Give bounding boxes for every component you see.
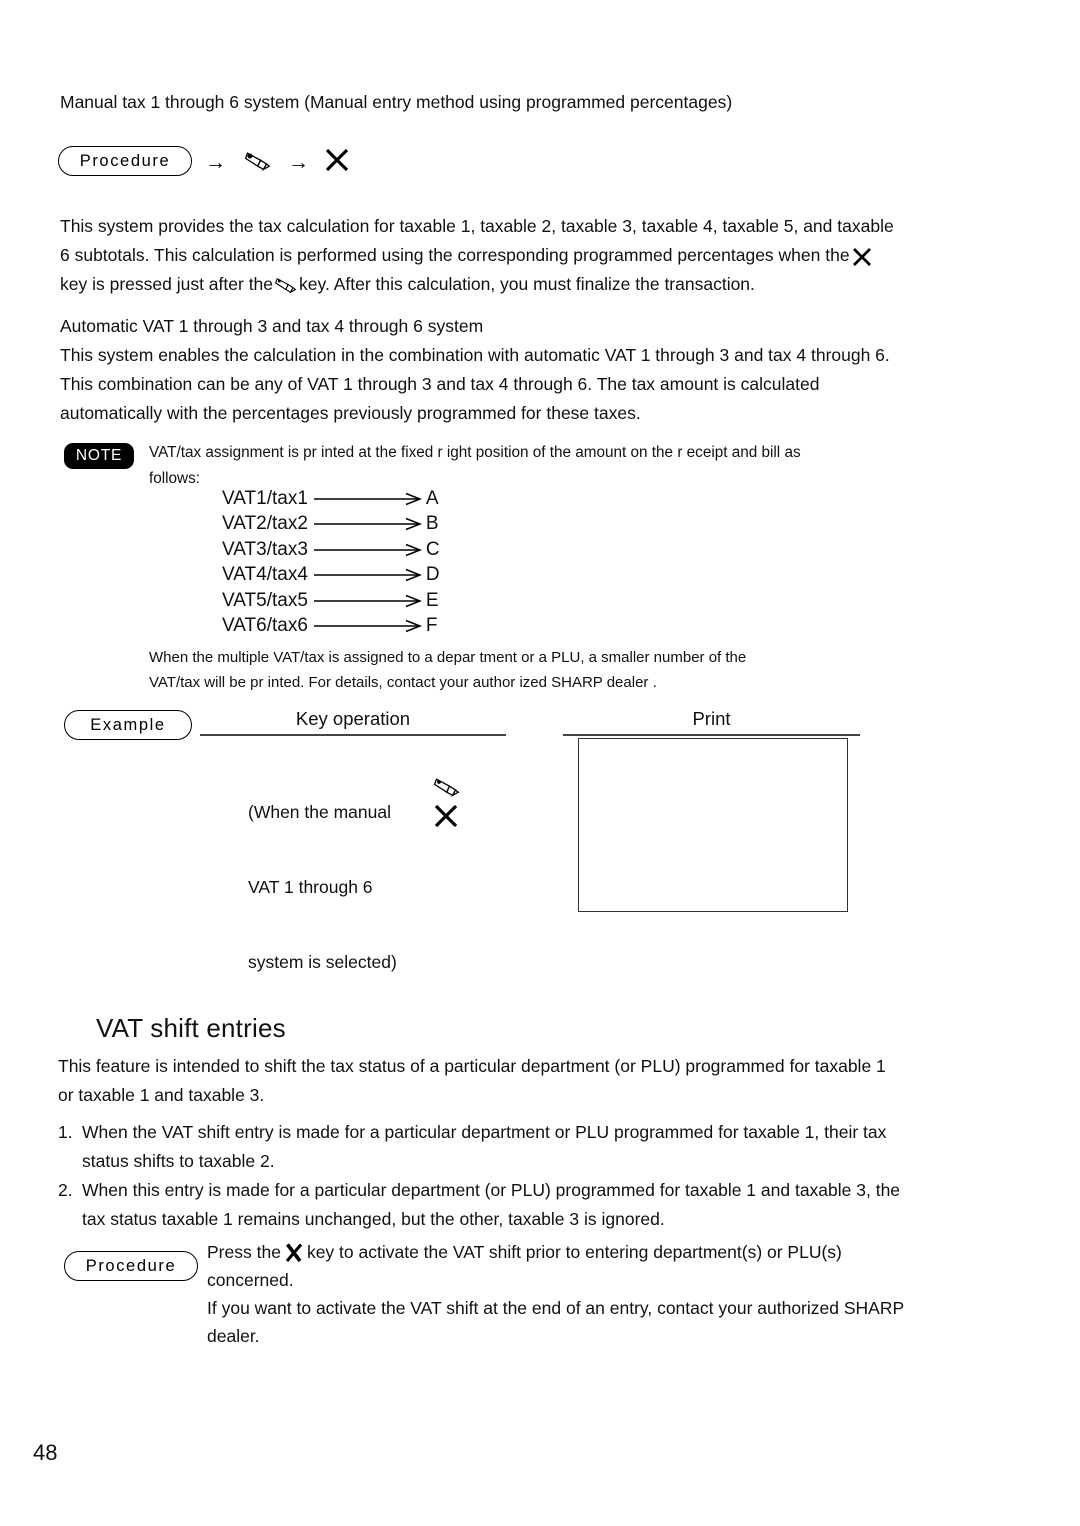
vat-tax-mapping-target: E xyxy=(425,589,439,611)
procedure-label-bottom-text: Procedure xyxy=(85,1256,177,1275)
vat-shift-item-1-line2: status shifts to taxable 2. xyxy=(82,1151,275,1171)
vat-shift-item-1-line1: When the VAT shift entry is made for a p… xyxy=(82,1122,887,1142)
mapping-arrow-icon xyxy=(313,568,422,582)
x-key-icon-top xyxy=(322,145,352,175)
vat-tax-mapping-source: VAT2/tax2 xyxy=(222,513,308,534)
procedure-bottom-line4: dealer. xyxy=(207,1326,260,1346)
vat-tax-mapping-source: VAT1/tax1 xyxy=(222,487,308,509)
vat-shift-intro-line1: This feature is intended to shift the ta… xyxy=(58,1056,886,1076)
automatic-vat-line1: This system enables the calculation in t… xyxy=(60,345,890,365)
mapping-arrow-icon xyxy=(313,543,422,557)
vat-tax-mapping-target: A xyxy=(425,487,439,509)
example-caption-line1: (When the manual xyxy=(248,802,391,822)
key-operation-rule xyxy=(200,734,506,736)
vat-shift-key-icon xyxy=(281,1241,307,1265)
subtotal-key-icon xyxy=(243,149,273,175)
vat-tax-mapping-row: VAT4/tax4 D xyxy=(222,563,440,588)
procedure-bottom-line2: concerned. xyxy=(207,1270,294,1290)
mapping-arrow-icon xyxy=(313,594,422,608)
vat-tax-mapping-target: B xyxy=(425,513,439,534)
arrow-right-icon-1: → xyxy=(205,151,226,174)
example-label-text: Example xyxy=(90,715,166,734)
manual-tax-heading: Manual tax 1 through 6 system (Manual en… xyxy=(60,92,733,112)
vat-tax-mapping-row: VAT2/tax2 B xyxy=(222,512,439,537)
mapping-arrow-icon xyxy=(313,619,422,633)
vat-shift-item-1: When the VAT shift entry is made for a p… xyxy=(82,1118,1017,1176)
vat-shift-item-2-line1: When this entry is made for a particular… xyxy=(82,1180,901,1200)
automatic-vat-line2: This combination can be any of VAT 1 thr… xyxy=(60,374,820,394)
manual-tax-paragraph-line2-text: 6 subtotals. This calculation is perform… xyxy=(60,245,850,265)
procedure-label-top-text: Procedure xyxy=(79,151,171,170)
automatic-vat-heading: Automatic VAT 1 through 3 and tax 4 thro… xyxy=(60,316,484,336)
vat-tax-mapping-row: VAT3/tax3 C xyxy=(222,537,440,562)
note-text: VAT/tax assignment is pr inted at the fi… xyxy=(149,440,869,492)
print-result-box xyxy=(578,738,848,912)
x-key-icon-example xyxy=(430,800,462,832)
procedure-bottom-text: Press the key to activate the VAT shift … xyxy=(207,1238,1017,1350)
note-badge: NOTE xyxy=(64,443,134,469)
manual-tax-paragraph-line3-a: key is pressed just after the xyxy=(60,274,274,294)
key-operation-column-title: Key operation xyxy=(295,708,411,729)
vat-tax-mapping-source: VAT4/tax4 xyxy=(222,564,308,585)
example-caption-line2: VAT 1 through 6 xyxy=(248,877,373,897)
procedure-bottom-line1: Press the key to activate the VAT shift … xyxy=(207,1238,1017,1266)
print-result-content xyxy=(579,739,847,755)
procedure-bottom-line3: If you want to activate the VAT shift at… xyxy=(207,1298,905,1318)
vat-tax-mapping-target: C xyxy=(425,538,440,560)
vat-shift-intro-line2: or taxable 1 and taxable 3. xyxy=(58,1085,265,1105)
vat-tax-mapping-target: F xyxy=(425,615,438,636)
print-column-title: Print xyxy=(692,708,731,729)
manual-tax-paragraph: This system provides the tax calculation… xyxy=(60,212,1020,299)
procedure-bottom-line1-b: key to activate the VAT shift prior to e… xyxy=(306,1242,842,1262)
procedure-label-bottom: Procedure xyxy=(64,1251,198,1281)
manual-tax-paragraph-line3: key is pressed just after the key. After… xyxy=(60,270,1020,299)
manual-tax-paragraph-line3-b: key. After this calculation, you must fi… xyxy=(299,274,755,294)
example-label: Example xyxy=(64,710,192,740)
note-footer-line2: VAT/tax will be pr inted. For details, c… xyxy=(149,674,657,691)
note-footer-line1: When the multiple VAT/tax is assigned to… xyxy=(149,649,747,666)
vat-tax-mapping-source: VAT6/tax6 xyxy=(222,615,308,636)
note-text-line1: VAT/tax assignment is pr inted at the fi… xyxy=(149,444,801,461)
print-rule xyxy=(563,734,860,736)
manual-tax-paragraph-line2: 6 subtotals. This calculation is perform… xyxy=(60,241,1020,270)
page-number: 48 xyxy=(33,1440,58,1465)
automatic-vat-block: Automatic VAT 1 through 3 and tax 4 thro… xyxy=(60,312,1020,428)
subtotal-key-icon-inline-1 xyxy=(273,276,299,296)
vat-tax-mapping-source: VAT5/tax5 xyxy=(222,589,308,611)
vat-shift-intro: This feature is intended to shift the ta… xyxy=(58,1052,1018,1110)
vat-shift-item-2-marker: 2. xyxy=(58,1180,73,1200)
vat-tax-mapping-row: VAT6/tax6 F xyxy=(222,614,438,639)
vat-shift-item-2-line2: tax status taxable 1 remains unchanged, … xyxy=(82,1209,665,1229)
mapping-arrow-icon xyxy=(313,492,422,506)
vat-shift-item-2: When this entry is made for a particular… xyxy=(82,1176,1017,1234)
subtotal-key-icon-example xyxy=(432,775,462,801)
vat-tax-mapping-row: VAT1/tax1 A xyxy=(222,486,439,511)
vat-shift-heading: VAT shift entries xyxy=(96,1013,286,1043)
vat-tax-mapping-target: D xyxy=(425,564,440,585)
automatic-vat-line3: automatically with the percentages previ… xyxy=(60,403,641,423)
example-caption: (When the manual VAT 1 through 6 system … xyxy=(248,750,397,1025)
mapping-arrow-icon xyxy=(313,517,422,531)
note-badge-text: NOTE xyxy=(75,447,123,464)
vat-tax-mapping-row: VAT5/tax5 E xyxy=(222,588,439,613)
arrow-right-icon-2: → xyxy=(288,151,309,174)
document-page: Manual tax 1 through 6 system (Manual en… xyxy=(0,0,1080,1526)
vat-shift-item-1-marker: 1. xyxy=(58,1122,73,1142)
note-footer: When the multiple VAT/tax is assigned to… xyxy=(149,645,879,695)
procedure-label-top: Procedure xyxy=(58,146,192,176)
procedure-bottom-line1-a: Press the xyxy=(207,1242,281,1262)
example-caption-line3: system is selected) xyxy=(248,952,397,972)
x-key-icon-inline-1 xyxy=(850,245,874,269)
manual-tax-paragraph-line1: This system provides the tax calculation… xyxy=(60,216,894,236)
vat-tax-mapping-source: VAT3/tax3 xyxy=(222,538,308,560)
